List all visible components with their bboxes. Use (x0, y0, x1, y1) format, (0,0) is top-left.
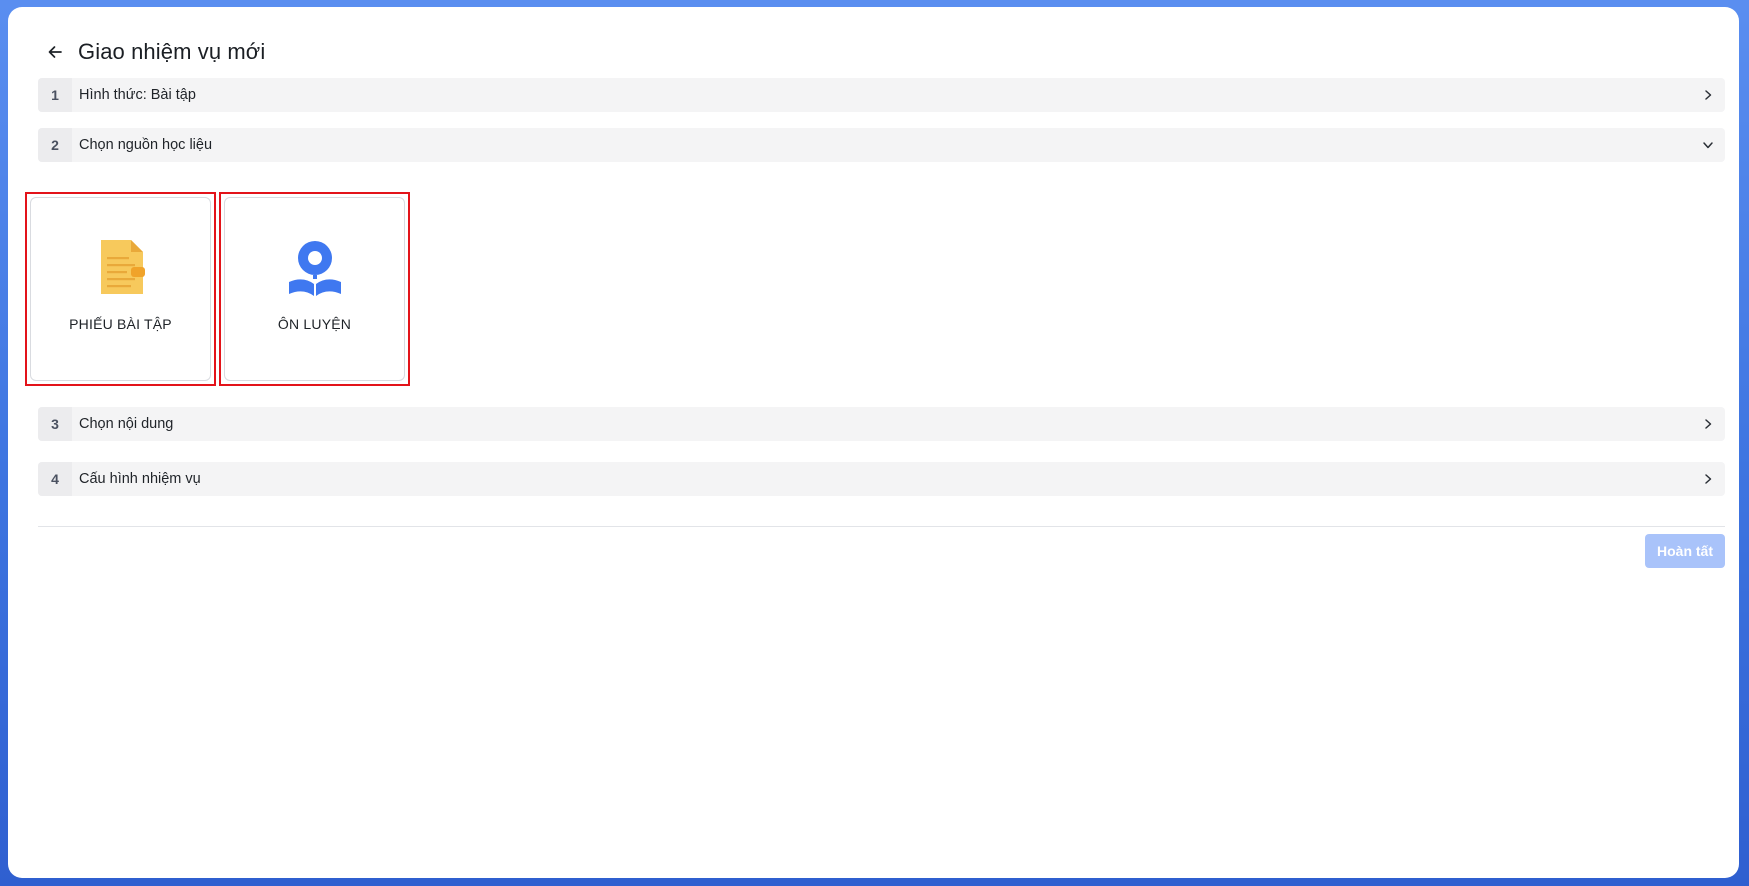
step-4-header[interactable]: 4 Cấu hình nhiệm vụ (38, 462, 1725, 496)
page-header: Giao nhiệm vụ mới (44, 35, 265, 69)
step-number: 4 (38, 462, 72, 496)
practice-reader-icon (288, 241, 341, 296)
finish-button[interactable]: Hoàn tất (1645, 534, 1725, 568)
back-button[interactable] (44, 41, 66, 63)
step-label: Chọn nguồn học liệu (79, 137, 213, 153)
step-3-header[interactable]: 3 Chọn nội dung (38, 407, 1725, 441)
highlight-box-worksheet: PHIẾU BÀI TẬP (25, 192, 216, 386)
chevron-right-icon (1691, 407, 1725, 441)
step-number: 3 (38, 407, 72, 441)
source-label: ÔN LUYỆN (277, 316, 352, 332)
source-option-practice[interactable]: ÔN LUYỆN (224, 197, 405, 381)
step-label: Chọn nội dung (79, 416, 174, 432)
footer-divider (38, 526, 1725, 527)
chevron-down-icon (1691, 128, 1725, 162)
main-card: Giao nhiệm vụ mới 1 Hình thức: Bài tập 2… (8, 7, 1739, 878)
step-number: 2 (38, 128, 72, 162)
step-number: 1 (38, 78, 72, 112)
source-option-worksheet[interactable]: PHIẾU BÀI TẬP (30, 197, 211, 381)
arrow-left-icon (48, 46, 62, 58)
step-label: Cấu hình nhiệm vụ (79, 471, 201, 487)
page-title: Giao nhiệm vụ mới (78, 39, 266, 64)
worksheet-icon (100, 240, 145, 294)
step-2-header[interactable]: 2 Chọn nguồn học liệu (38, 128, 1725, 162)
chevron-right-icon (1691, 78, 1725, 112)
step-1-header[interactable]: 1 Hình thức: Bài tập (38, 78, 1725, 112)
source-label: PHIẾU BÀI TẬP (69, 316, 172, 332)
highlight-box-practice: ÔN LUYỆN (219, 192, 410, 386)
step-label: Hình thức: Bài tập (79, 87, 196, 103)
chevron-right-icon (1691, 462, 1725, 496)
